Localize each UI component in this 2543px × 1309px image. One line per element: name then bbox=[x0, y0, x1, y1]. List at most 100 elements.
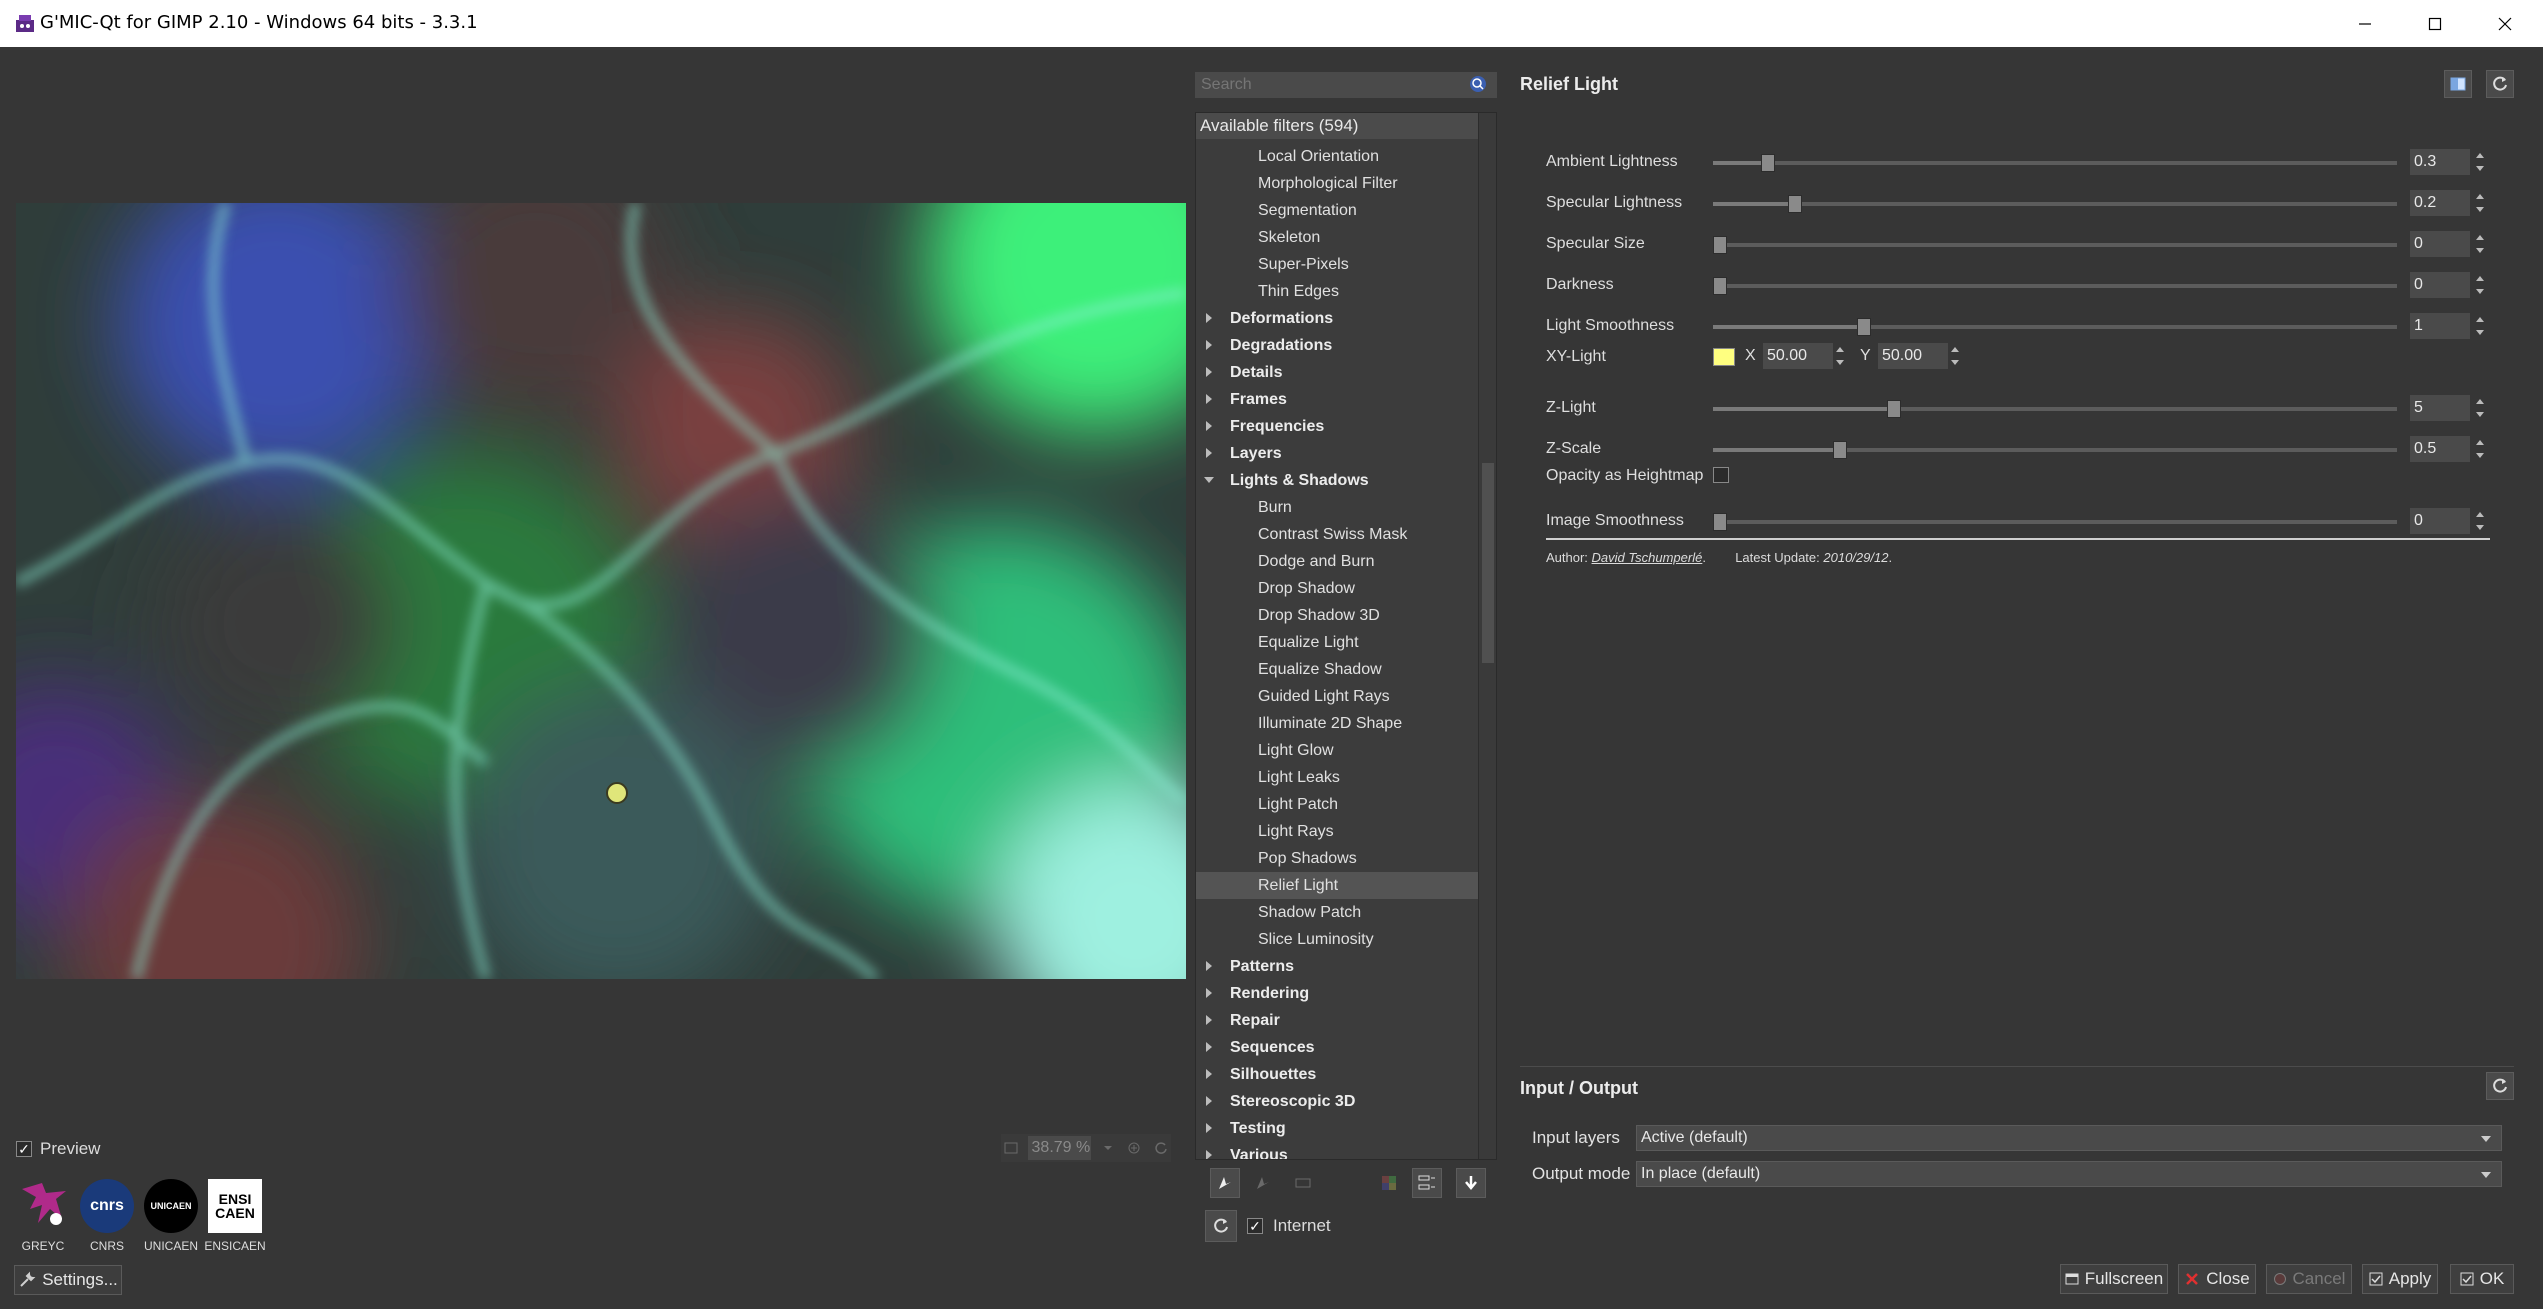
filter-item[interactable]: Illuminate 2D Shape bbox=[1196, 710, 1478, 737]
zoom-out-button[interactable] bbox=[1001, 1135, 1022, 1161]
filter-item[interactable]: Super-Pixels bbox=[1196, 251, 1478, 278]
param-spinbox[interactable]: 1 bbox=[2410, 313, 2470, 339]
filter-tree-header[interactable]: Available filters (594) bbox=[1196, 113, 1478, 139]
filter-item[interactable]: Morphological Filter bbox=[1196, 170, 1478, 197]
slider-handle[interactable] bbox=[1760, 154, 1775, 172]
input-layers-select[interactable]: Active (default) bbox=[1636, 1125, 2502, 1151]
output-mode-select[interactable]: In place (default) bbox=[1636, 1161, 2502, 1187]
filter-category[interactable]: Deformations bbox=[1196, 305, 1478, 332]
xy-light-color-swatch[interactable] bbox=[1713, 348, 1735, 366]
update-filters-button[interactable] bbox=[1456, 1168, 1486, 1198]
spin-arrows[interactable] bbox=[2472, 313, 2488, 339]
chevron-right-icon[interactable] bbox=[1206, 1096, 1212, 1106]
copy-command-button[interactable] bbox=[2444, 70, 2472, 98]
spin-arrows[interactable] bbox=[2472, 231, 2488, 257]
param-slider[interactable] bbox=[1713, 318, 2397, 336]
filter-item[interactable]: Guided Light Rays bbox=[1196, 683, 1478, 710]
y-spinbox[interactable]: 50.00 bbox=[1878, 343, 1948, 369]
spin-arrows[interactable] bbox=[2472, 190, 2488, 216]
filter-category[interactable]: Details bbox=[1196, 359, 1478, 386]
param-spinbox[interactable]: 0 bbox=[2410, 272, 2470, 298]
zoom-reset-button[interactable] bbox=[1151, 1135, 1172, 1161]
search-icon[interactable] bbox=[1468, 74, 1488, 94]
chevron-right-icon[interactable] bbox=[1206, 448, 1212, 458]
slider-handle[interactable] bbox=[1713, 277, 1727, 295]
filter-category[interactable]: Testing bbox=[1196, 1115, 1478, 1142]
chevron-right-icon[interactable] bbox=[1206, 988, 1212, 998]
chevron-right-icon[interactable] bbox=[1206, 421, 1212, 431]
opacity-heightmap-checkbox[interactable] bbox=[1713, 467, 1729, 483]
slider-handle[interactable] bbox=[1832, 441, 1847, 459]
preview-checkbox[interactable] bbox=[16, 1141, 32, 1157]
visibility-toggle-button[interactable] bbox=[1374, 1168, 1404, 1198]
filter-category[interactable]: Stereoscopic 3D bbox=[1196, 1088, 1478, 1115]
spin-arrows[interactable] bbox=[2472, 436, 2488, 462]
reset-params-button[interactable] bbox=[2486, 70, 2514, 98]
filter-category[interactable]: Silhouettes bbox=[1196, 1061, 1478, 1088]
spin-arrows[interactable] bbox=[2472, 395, 2488, 421]
preview-toggle[interactable]: Preview bbox=[16, 1137, 100, 1161]
chevron-right-icon[interactable] bbox=[1206, 340, 1212, 350]
param-slider[interactable] bbox=[1713, 441, 2397, 459]
author-link[interactable]: David Tschumperlé bbox=[1592, 550, 1703, 565]
apply-button[interactable]: Apply bbox=[2362, 1264, 2438, 1294]
filter-category[interactable]: Sequences bbox=[1196, 1034, 1478, 1061]
param-spinbox[interactable]: 0.3 bbox=[2410, 149, 2470, 175]
filter-category[interactable]: Lights & Shadows bbox=[1196, 467, 1478, 494]
slider-handle[interactable] bbox=[1713, 513, 1727, 531]
param-spinbox[interactable]: 0.2 bbox=[2410, 190, 2470, 216]
zoom-level-field[interactable]: 38.79 % bbox=[1027, 1136, 1092, 1160]
filter-item[interactable]: Slice Luminosity bbox=[1196, 926, 1478, 953]
settings-button[interactable]: Settings... bbox=[14, 1265, 122, 1295]
param-slider[interactable] bbox=[1713, 154, 2397, 172]
filter-item[interactable]: Contrast Swiss Mask bbox=[1196, 521, 1478, 548]
search-input[interactable] bbox=[1199, 75, 1463, 95]
chevron-right-icon[interactable] bbox=[1206, 961, 1212, 971]
xy-light-handle[interactable] bbox=[606, 782, 628, 804]
slider-handle[interactable] bbox=[1887, 400, 1902, 418]
param-spinbox[interactable]: 0.5 bbox=[2410, 436, 2470, 462]
chevron-right-icon[interactable] bbox=[1206, 394, 1212, 404]
close-button[interactable]: Close bbox=[2178, 1264, 2256, 1294]
filter-item[interactable]: Drop Shadow bbox=[1196, 575, 1478, 602]
scrollbar-thumb[interactable] bbox=[1482, 463, 1494, 663]
x-spin-arrows[interactable] bbox=[1832, 343, 1848, 369]
filter-item[interactable]: Equalize Light bbox=[1196, 629, 1478, 656]
spin-arrows[interactable] bbox=[2472, 149, 2488, 175]
param-spinbox[interactable]: 5 bbox=[2410, 395, 2470, 421]
filter-item[interactable]: Light Leaks bbox=[1196, 764, 1478, 791]
filter-item[interactable]: Drop Shadow 3D bbox=[1196, 602, 1478, 629]
chevron-right-icon[interactable] bbox=[1206, 313, 1212, 323]
zoom-in-button[interactable] bbox=[1124, 1135, 1145, 1161]
chevron-right-icon[interactable] bbox=[1206, 1123, 1212, 1133]
param-spinbox[interactable]: 0 bbox=[2410, 231, 2470, 257]
y-spin-arrows[interactable] bbox=[1947, 343, 1963, 369]
filter-category[interactable]: Various bbox=[1196, 1142, 1478, 1159]
chevron-right-icon[interactable] bbox=[1206, 1042, 1212, 1052]
zoom-dropdown-button[interactable] bbox=[1097, 1135, 1118, 1161]
filter-item[interactable]: Local Orientation bbox=[1196, 143, 1478, 170]
add-favorite-button[interactable] bbox=[1210, 1168, 1240, 1198]
filter-category[interactable]: Frames bbox=[1196, 386, 1478, 413]
filter-item[interactable]: Pop Shadows bbox=[1196, 845, 1478, 872]
filter-item[interactable]: Equalize Shadow bbox=[1196, 656, 1478, 683]
param-slider[interactable] bbox=[1713, 236, 2397, 254]
remove-favorite-button[interactable] bbox=[1248, 1168, 1278, 1198]
filter-category[interactable]: Rendering bbox=[1196, 980, 1478, 1007]
param-slider[interactable] bbox=[1713, 513, 2397, 531]
param-slider[interactable] bbox=[1713, 400, 2397, 418]
filter-item[interactable]: Light Rays bbox=[1196, 818, 1478, 845]
filter-category[interactable]: Degradations bbox=[1196, 332, 1478, 359]
param-spinbox[interactable]: 0 bbox=[2410, 508, 2470, 534]
cancel-button[interactable]: Cancel bbox=[2266, 1264, 2352, 1294]
filter-item[interactable]: Relief Light bbox=[1196, 872, 1478, 899]
rename-favorite-button[interactable] bbox=[1288, 1168, 1318, 1198]
io-reset-button[interactable] bbox=[2486, 1072, 2514, 1100]
minimize-button[interactable] bbox=[2330, 0, 2400, 47]
filter-tree-scrollbar[interactable] bbox=[1478, 113, 1496, 1159]
chevron-right-icon[interactable] bbox=[1206, 1150, 1212, 1159]
filter-category[interactable]: Repair bbox=[1196, 1007, 1478, 1034]
filter-category[interactable]: Patterns bbox=[1196, 953, 1478, 980]
filter-item[interactable]: Skeleton bbox=[1196, 224, 1478, 251]
filter-item[interactable]: Light Patch bbox=[1196, 791, 1478, 818]
